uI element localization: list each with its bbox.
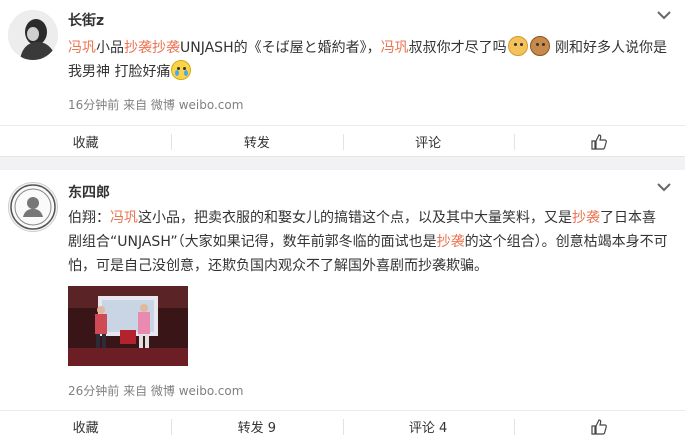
keyword-link[interactable]: 抄袭抄袭 [124, 40, 180, 56]
post-meta[interactable]: 26分钟前 来自 微博 weibo.com [68, 382, 243, 399]
text-span: 伯翔： [68, 210, 110, 226]
text-span: UNJASH的《そば屋と婚約者》， [180, 40, 381, 56]
post-text: 冯巩小品抄袭抄袭UNJASH的《そば屋と婚約者》，冯巩叔叔你才尽了吗 刚和好多人… [68, 36, 668, 84]
post-meta[interactable]: 16分钟前 来自 微博 weibo.com [68, 96, 243, 113]
keyword-link[interactable]: 抄袭 [572, 210, 600, 226]
chevron-down-icon[interactable] [657, 10, 671, 20]
weibo-post: 长街z 冯巩小品抄袭抄袭UNJASH的《そば屋と婚約者》，冯巩叔叔你才尽了吗 刚… [0, 0, 685, 156]
mention-link[interactable]: 冯巩 [381, 40, 409, 56]
text-span: 叔叔你才尽了吗 [408, 40, 507, 56]
mention-link[interactable]: 冯巩 [68, 40, 96, 56]
text-span: 这小品，把卖衣服的和娶女儿的搞错这个点，以及其中大量笑料，又是 [138, 210, 572, 226]
thumbs-up-icon [591, 133, 608, 150]
post-image-thumbnail[interactable] [68, 286, 188, 366]
avatar[interactable] [8, 10, 58, 60]
action-bar: 收藏 转发 9 评论 4 [0, 410, 685, 442]
username[interactable]: 东四郎 [68, 182, 110, 202]
doge-emoji-icon [507, 36, 528, 56]
action-bar: 收藏 转发 评论 [0, 125, 685, 157]
text-span: 小品 [96, 40, 124, 56]
thumbs-up-icon [591, 418, 608, 435]
feed-divider [0, 156, 685, 170]
post-text: 伯翔：冯巩这小品，把卖衣服的和娶女儿的搞错这个点，以及其中大量笑料，又是抄袭了日… [68, 206, 668, 278]
mention-link[interactable]: 冯巩 [110, 210, 138, 226]
chevron-down-icon[interactable] [657, 182, 671, 192]
collect-button[interactable]: 收藏 [0, 126, 171, 157]
avatar[interactable] [8, 182, 58, 232]
like-button[interactable] [513, 411, 685, 442]
keyword-link[interactable]: 抄袭 [437, 234, 465, 250]
comment-button[interactable]: 评论 [342, 126, 514, 157]
repost-button[interactable]: 转发 9 [171, 411, 342, 442]
crying-emoji-icon [171, 60, 192, 80]
username[interactable]: 长街z [68, 10, 104, 30]
dog-emoji-icon [529, 36, 550, 56]
like-button[interactable] [513, 126, 685, 157]
weibo-post: 东四郎 伯翔：冯巩这小品，把卖衣服的和娶女儿的搞错这个点，以及其中大量笑料，又是… [0, 170, 685, 446]
comment-button[interactable]: 评论 4 [342, 411, 514, 442]
collect-button[interactable]: 收藏 [0, 411, 171, 442]
repost-button[interactable]: 转发 [171, 126, 342, 157]
